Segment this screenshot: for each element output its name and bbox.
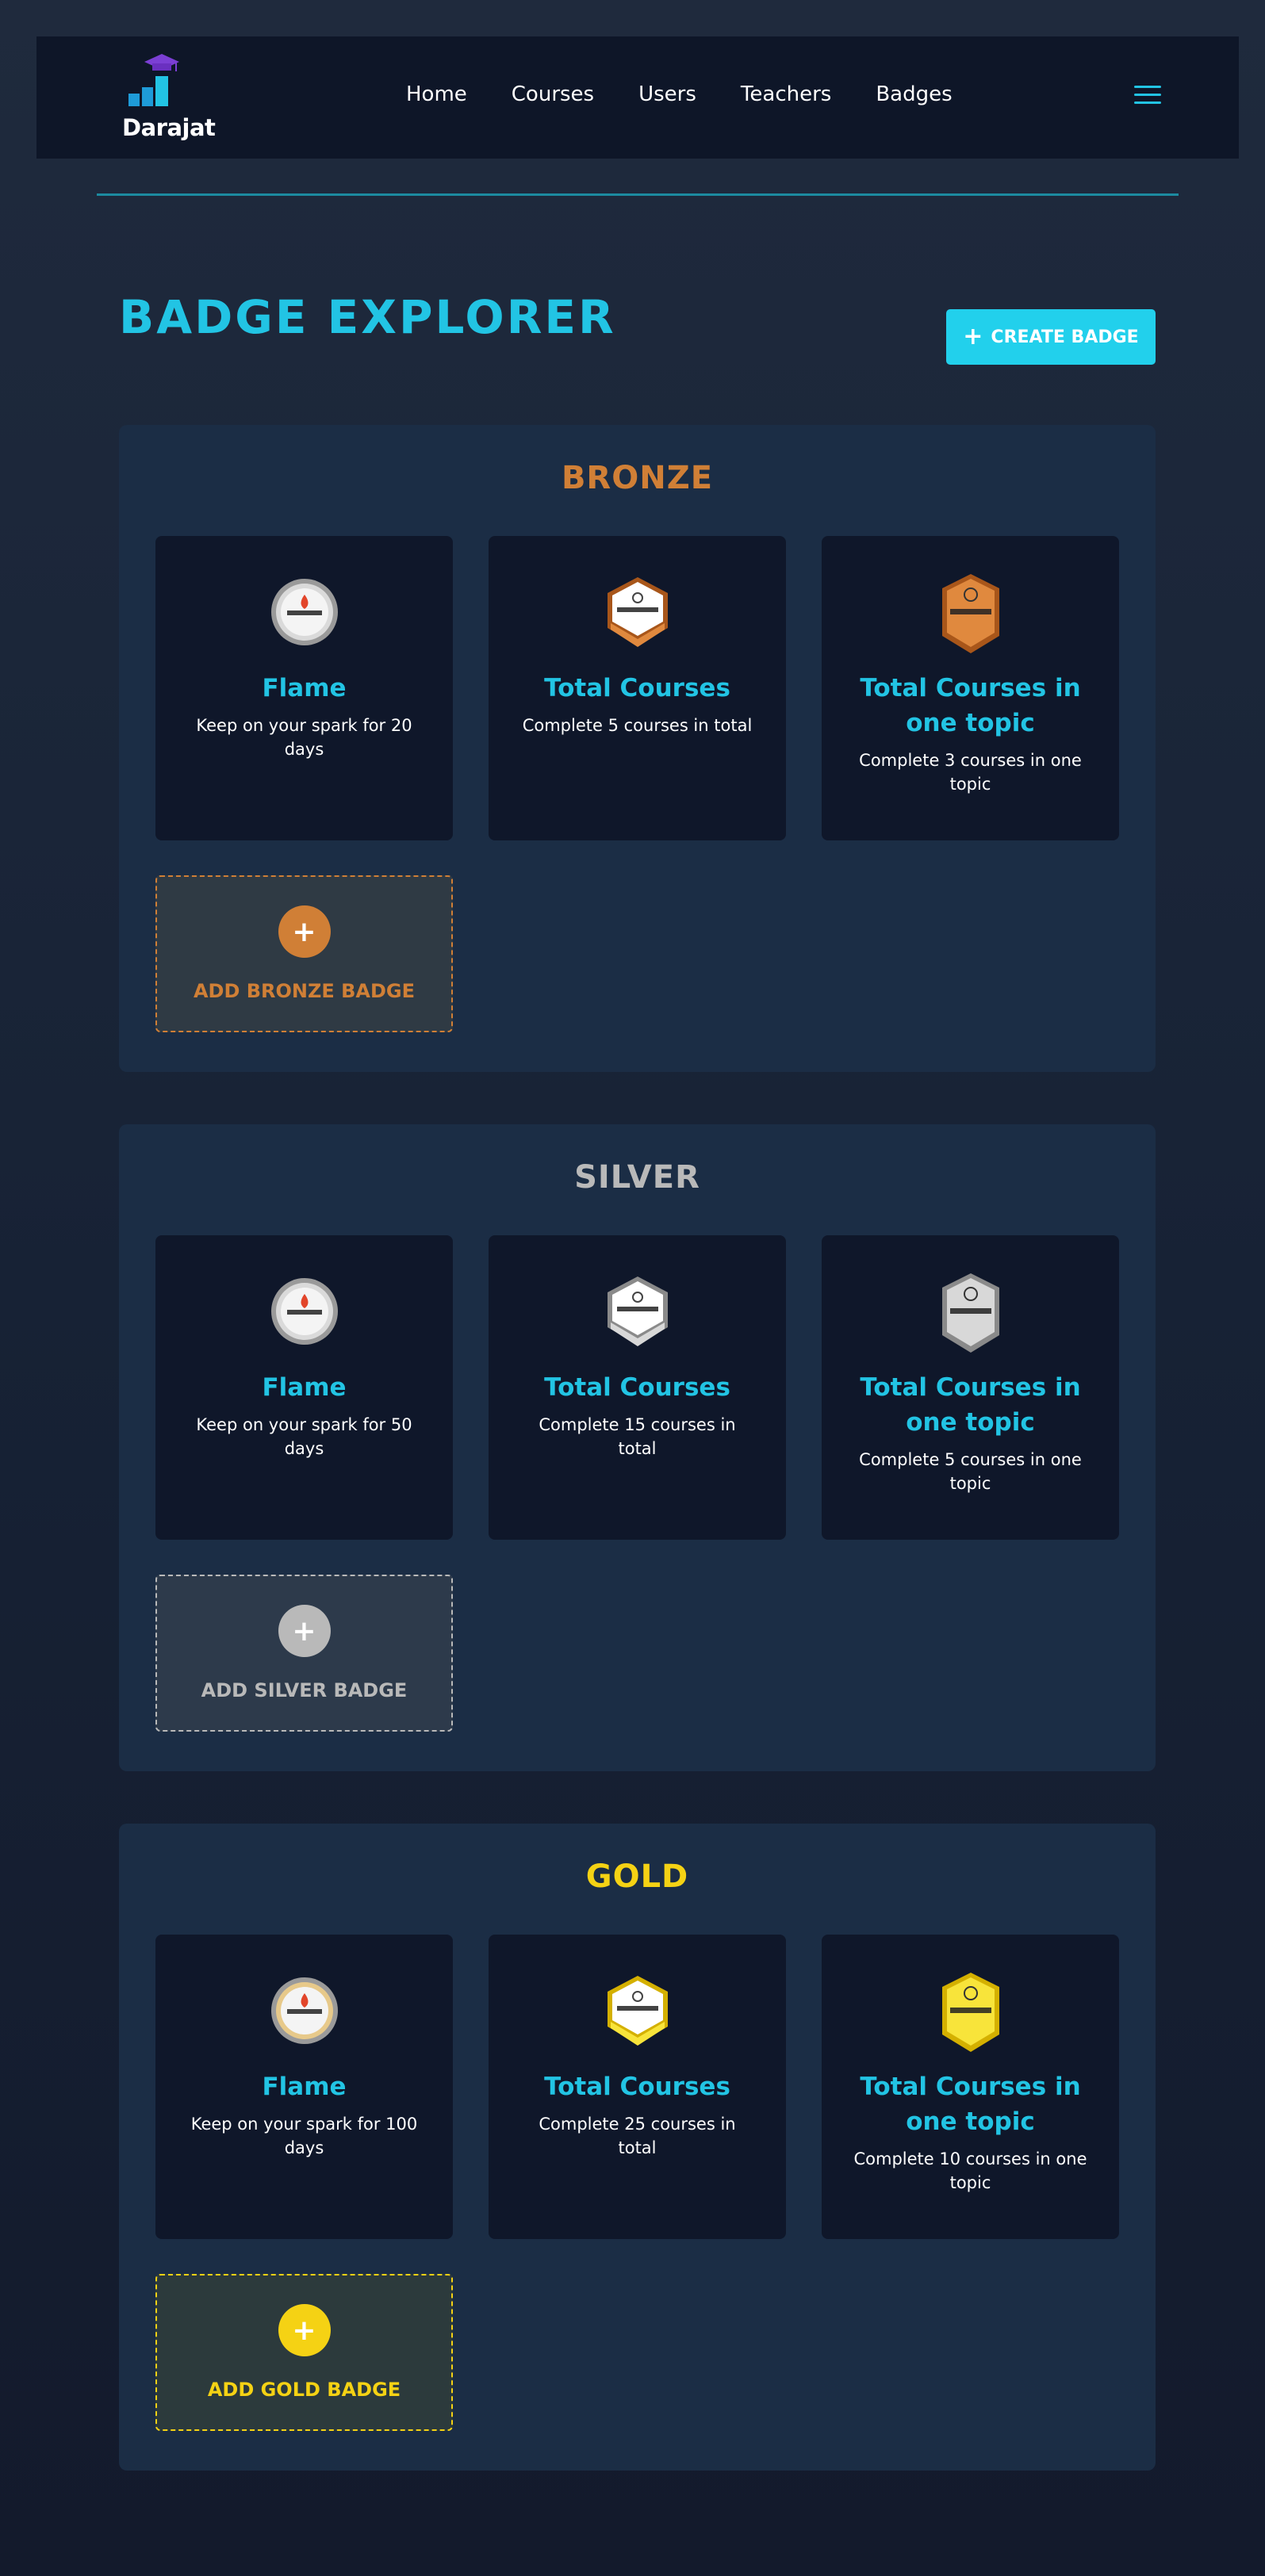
nav-home[interactable]: Home (406, 82, 467, 106)
badge-card[interactable]: Total Courses Complete 15 courses in tota… (489, 1235, 786, 1540)
card-description: Keep on your spark for 50 days (196, 1415, 412, 1458)
badge-card[interactable]: Total Courses in one topic Complete 3 cou… (822, 536, 1119, 840)
card-description: Complete 5 courses in one topic (859, 1450, 1082, 1493)
topic-shield-icon (941, 1273, 999, 1353)
section-bronze: BRONZE Flame Keep on your spark for 20 day… (119, 425, 1156, 1072)
badge-card[interactable]: Flame Keep on your spark for 100 days (155, 1935, 453, 2239)
badge-card[interactable]: Total Courses Complete 5 courses in total (489, 536, 786, 840)
create-badge-button[interactable]: + CREATE BADGE (946, 309, 1156, 365)
scholar-shield-icon (607, 1976, 668, 2046)
badge-card[interactable]: Total Courses in one topic Complete 5 cou… (822, 1235, 1119, 1540)
card-description: Keep on your spark for 100 days (190, 2115, 418, 2157)
badge-card[interactable]: Total Courses Complete 25 courses in tota… (489, 1935, 786, 2239)
card-title: Total Courses (544, 674, 730, 702)
add-badge-label: ADD GOLD BADGE (207, 2379, 401, 2401)
section-title: GOLD (585, 1858, 689, 1895)
logo[interactable]: Darajat (122, 52, 217, 147)
card-title: Flame (262, 674, 347, 702)
add-bronze-badge-button[interactable]: + ADD BRONZE BADGE (155, 875, 453, 1032)
card-title: Total Courses (544, 1373, 730, 1402)
card-title: Total Courses in one topic (860, 674, 1081, 737)
scholar-shield-icon (607, 1277, 668, 1346)
section-title: SILVER (574, 1159, 700, 1196)
badge-card[interactable]: Total Courses in one topic Complete 10 co… (822, 1935, 1119, 2239)
card-title: Flame (262, 2073, 347, 2101)
graduation-chart-icon (128, 54, 179, 106)
add-gold-badge-button[interactable]: + ADD GOLD BADGE (155, 2274, 453, 2431)
badge-card[interactable]: Flame Keep on your spark for 50 days (155, 1235, 453, 1540)
card-description: Complete 15 courses in total (539, 1415, 736, 1458)
add-badge-label: ADD SILVER BADGE (201, 1679, 408, 1701)
card-description: Complete 3 courses in one topic (859, 751, 1082, 794)
flame-medal-icon (270, 579, 338, 645)
scholar-shield-icon (607, 577, 668, 647)
card-description: Complete 25 courses in total (539, 2115, 736, 2157)
card-title: Total Courses in one topic (860, 1373, 1081, 1437)
card-description: Keep on your spark for 20 days (196, 716, 412, 759)
section-silver: SILVER Flame Keep on your spark for 50 day… (119, 1124, 1156, 1771)
brand-name: Darajat (122, 114, 216, 141)
plus-icon: + (278, 1605, 331, 1657)
page-title: BADGE EXPLORER (119, 290, 616, 344)
plus-icon: + (278, 2304, 331, 2356)
nav-teachers[interactable]: Teachers (741, 82, 831, 106)
plus-icon: + (963, 323, 983, 350)
add-silver-badge-button[interactable]: + ADD SILVER BADGE (155, 1575, 453, 1732)
card-title: Total Courses (544, 2073, 730, 2101)
nav-users[interactable]: Users (638, 82, 696, 106)
nav-links: Home Courses Users Teachers Badges (406, 82, 953, 106)
navbar: Darajat Home Courses Users Teachers Badg… (36, 36, 1239, 159)
header-divider (97, 193, 1179, 196)
card-title: Flame (262, 1373, 347, 1402)
topic-shield-icon (941, 1973, 999, 2052)
plus-icon: + (278, 905, 331, 958)
nav-badges[interactable]: Badges (876, 82, 952, 106)
badge-card[interactable]: Flame Keep on your spark for 20 days (155, 536, 453, 840)
nav-courses[interactable]: Courses (512, 82, 594, 106)
card-description: Complete 5 courses in total (522, 716, 753, 735)
hamburger-icon[interactable] (1134, 86, 1161, 106)
flame-medal-icon (270, 1977, 338, 2044)
add-badge-label: ADD BRONZE BADGE (193, 980, 416, 1002)
section-title: BRONZE (561, 460, 714, 496)
card-title: Total Courses in one topic (860, 2073, 1081, 2136)
card-description: Complete 10 courses in one topic (853, 2149, 1087, 2192)
topic-shield-icon (941, 574, 999, 653)
flame-medal-icon (270, 1278, 338, 1345)
create-badge-label: CREATE BADGE (991, 327, 1139, 347)
section-gold: GOLD Flame Keep on your spark for 100 days… (119, 1824, 1156, 2471)
